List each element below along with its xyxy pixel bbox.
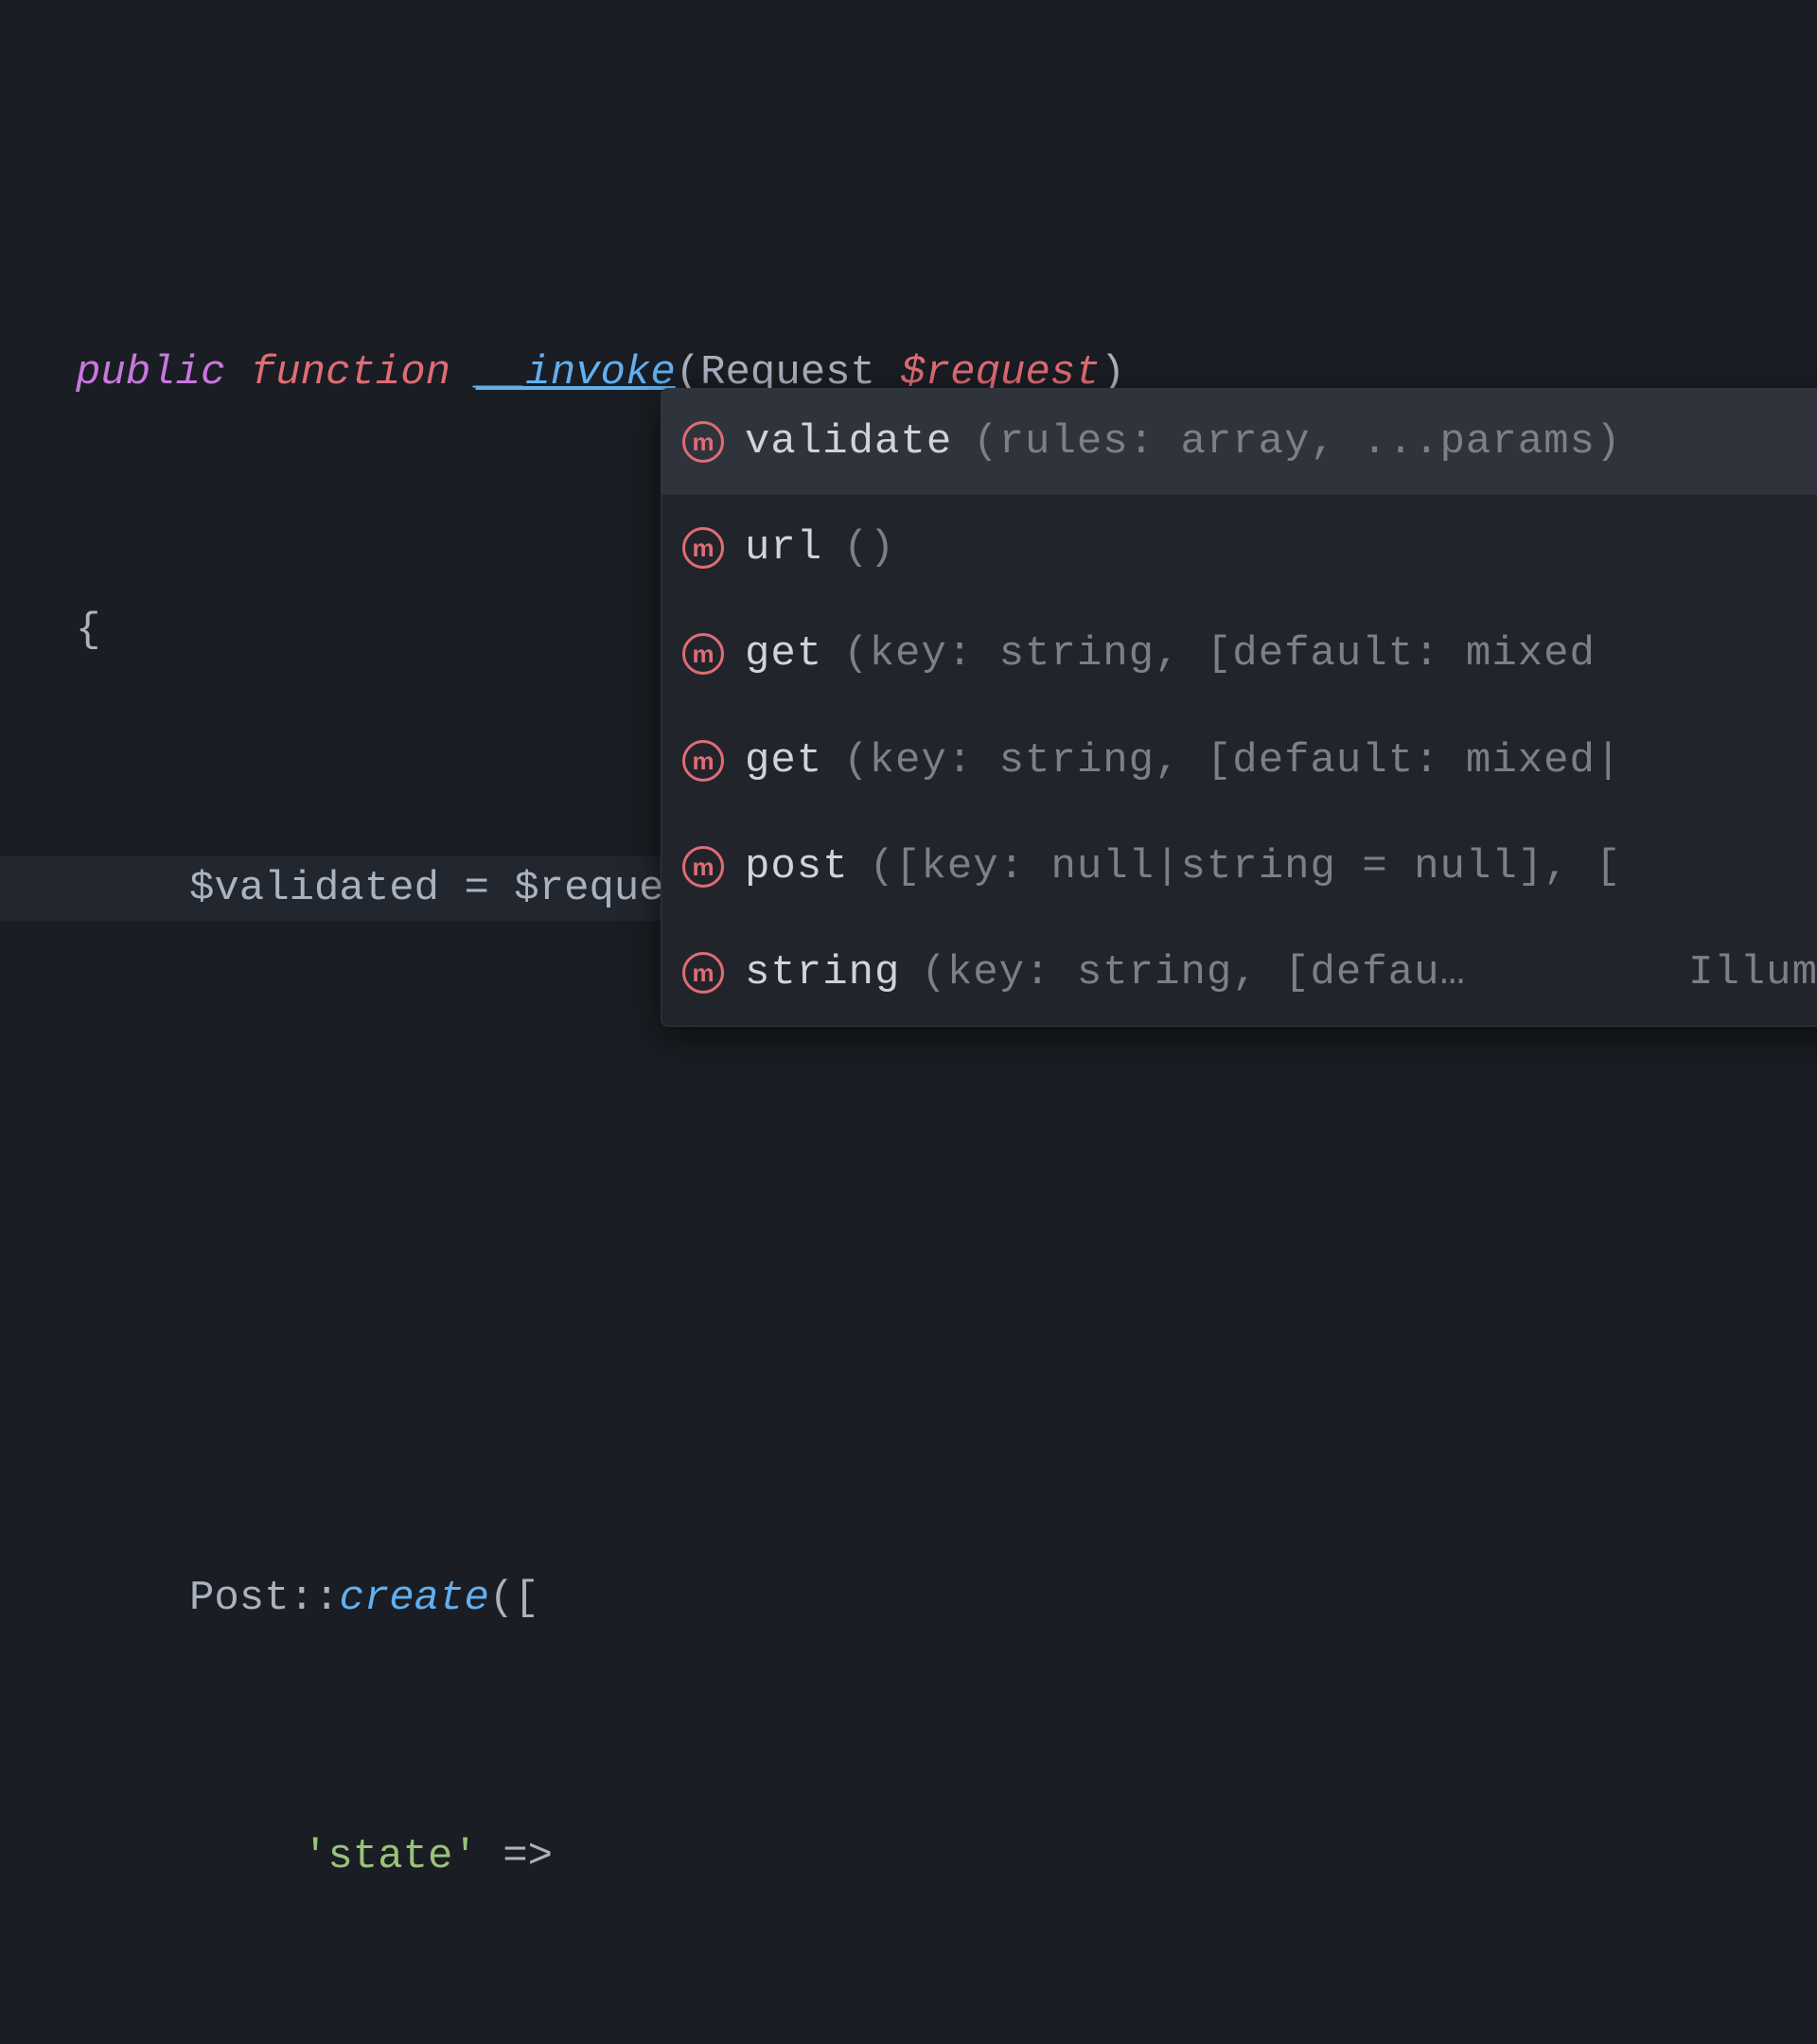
class-ref: Post	[189, 1575, 290, 1622]
completion-params: ()	[843, 516, 895, 580]
method-icon: m	[682, 846, 724, 888]
method-icon: m	[682, 527, 724, 569]
array-key: 'state'	[303, 1833, 478, 1880]
code-line: 'state' =>	[76, 1824, 1817, 1889]
method-icon: m	[682, 633, 724, 675]
autocomplete-item[interactable]: m validate (rules: array, ...params)	[662, 389, 1817, 495]
completion-hint: Illum	[1688, 941, 1817, 1005]
completion-params: (rules: array, ...params)	[973, 410, 1621, 474]
autocomplete-popup[interactable]: m validate (rules: array, ...params) m ur…	[661, 388, 1817, 1027]
autocomplete-item[interactable]: m get (key: string, [default: mixed	[662, 601, 1817, 707]
keyword-public: public	[76, 349, 225, 396]
completion-name: get	[745, 622, 822, 686]
code-line: Post::create([	[76, 1566, 1817, 1630]
autocomplete-item[interactable]: m url ()	[662, 495, 1817, 601]
completion-name: get	[745, 729, 822, 793]
method-icon: m	[682, 952, 724, 994]
autocomplete-item[interactable]: m string (key: string, [defau… Illum	[662, 920, 1817, 1026]
completion-params: (key: string, [default: mixed	[843, 622, 1596, 686]
completion-name: post	[745, 835, 849, 899]
method-icon: m	[682, 740, 724, 782]
completion-name: url	[745, 516, 822, 580]
completion-params: (key: string, [defau…	[921, 941, 1466, 1005]
autocomplete-item[interactable]: m get (key: string, [default: mixed|	[662, 708, 1817, 814]
completion-params: (key: string, [default: mixed|	[843, 729, 1621, 793]
local-var: $validated	[189, 865, 439, 912]
completion-params: ([key: null|string = null], [	[870, 835, 1622, 899]
autocomplete-item[interactable]: m post ([key: null|string = null], [	[662, 814, 1817, 920]
keyword-function: function	[251, 349, 450, 396]
function-name: __invoke	[475, 349, 675, 396]
method-icon: m	[682, 421, 724, 463]
completion-name: validate	[745, 410, 952, 474]
method-call: create	[339, 1575, 488, 1622]
completion-name: string	[745, 941, 900, 1005]
